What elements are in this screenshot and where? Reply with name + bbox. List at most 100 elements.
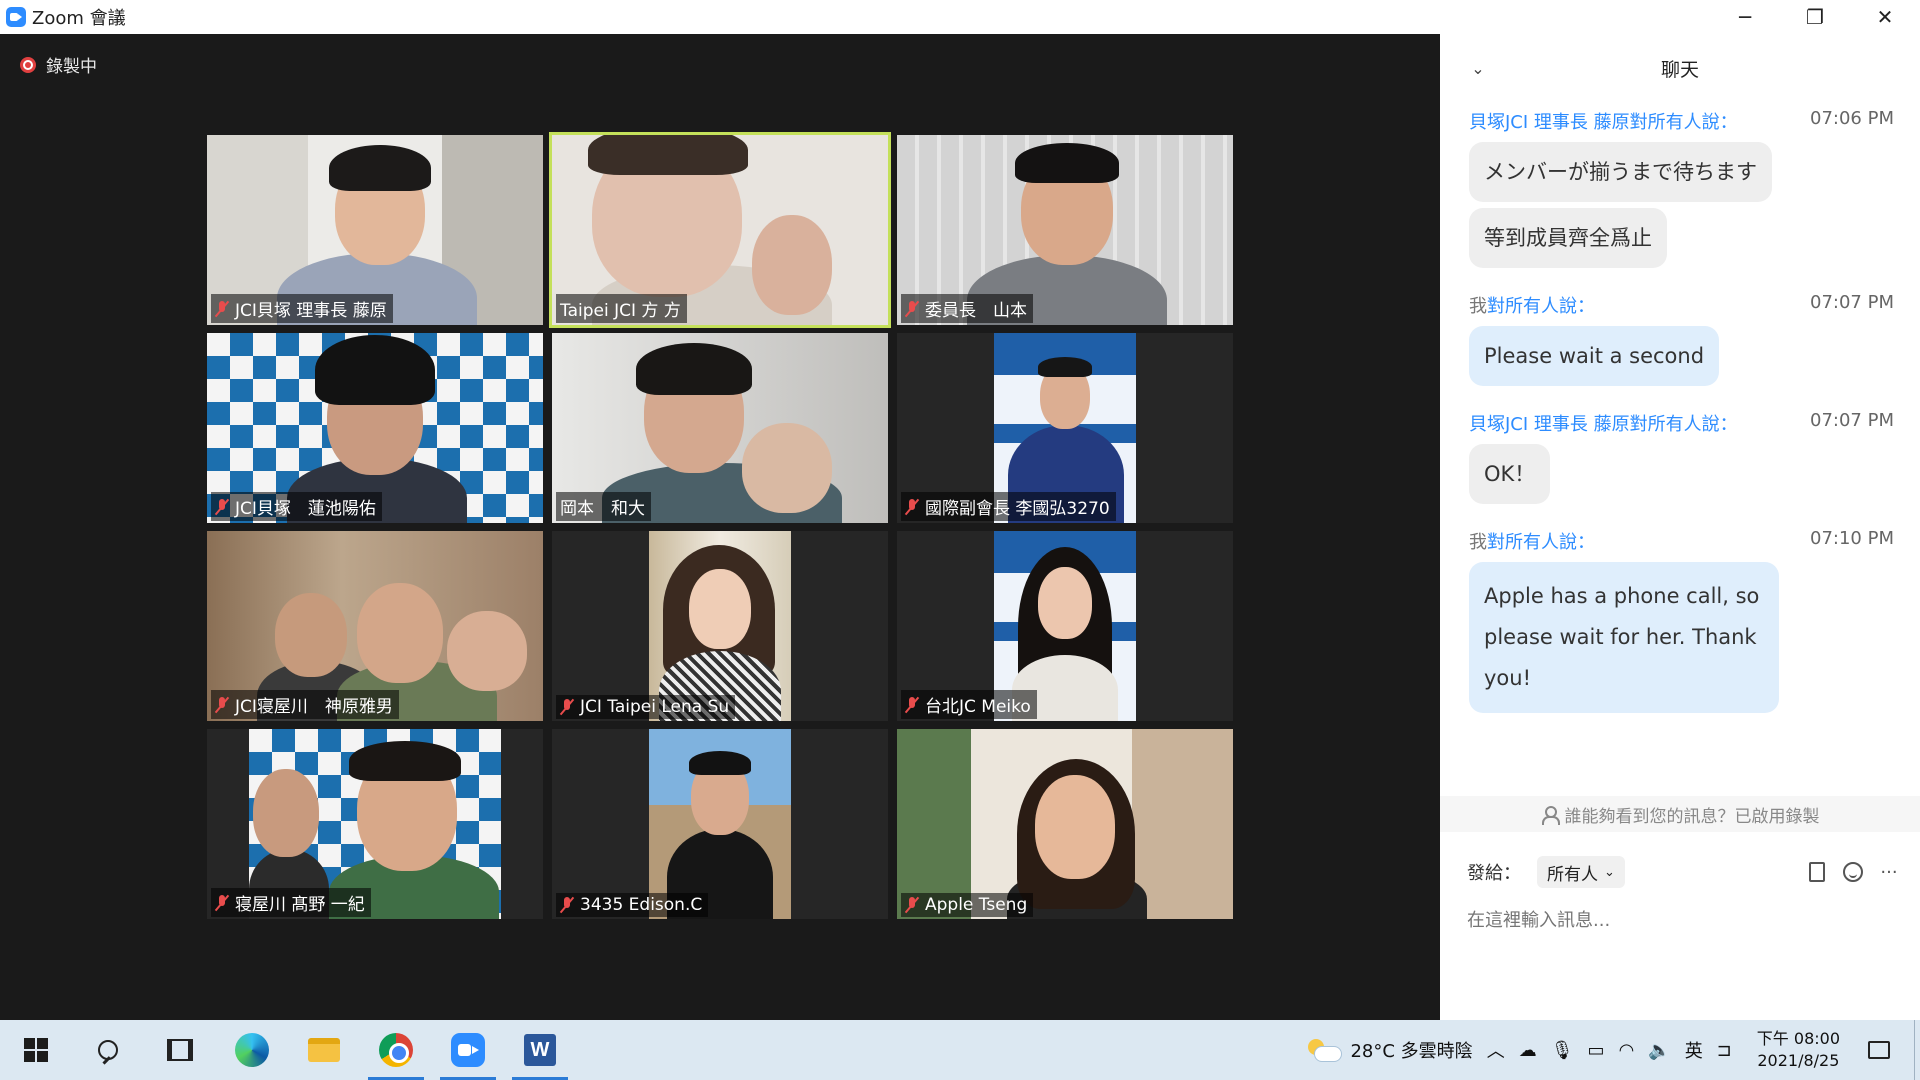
message-bubble[interactable]: メンバーが揃うまで待ちます <box>1469 142 1772 202</box>
video-tile[interactable]: Apple Tseng <box>897 729 1233 919</box>
search-icon <box>98 1040 118 1060</box>
participant-name-tag: JCI Taipei Lena Su <box>556 695 736 719</box>
mic-muted-icon <box>905 498 919 516</box>
task-view-button[interactable] <box>144 1020 216 1080</box>
video-tile[interactable]: 岡本 和大 <box>552 333 888 523</box>
mic-muted-icon <box>215 300 229 318</box>
input-method-indicator[interactable]: 英 <box>1685 1037 1703 1063</box>
more-options-icon[interactable]: ··· <box>1878 861 1900 883</box>
clock-date: 2021/8/25 <box>1757 1051 1840 1070</box>
video-tile[interactable]: 寝屋川 髙野 一紀 <box>207 729 543 919</box>
participant-name-tag: 委員長 山本 <box>901 294 1033 323</box>
chevron-down-icon: ⌄ <box>1604 864 1615 880</box>
taskbar: W 28°C 多雲時陰 ︿ ☁ 🎙 ▭ ◠ 🔈 英 ⊐ 下午 08:00 202… <box>0 1020 1920 1080</box>
video-tile[interactable]: 國際副會長 李國弘3270 <box>897 333 1233 523</box>
video-tile[interactable]: JCI貝塚 蓮池陽佑 <box>207 333 543 523</box>
file-icon[interactable] <box>1806 861 1828 883</box>
microphone-icon[interactable]: 🎙 <box>1551 1040 1574 1061</box>
notice-text: 誰能夠看到您的訊息？已啟用錄製 <box>1564 806 1820 827</box>
message-time: 07:06 PM <box>1810 108 1894 129</box>
meeting-area: 錄製中 JCI貝塚 理事長 藤原 Taipei JCI 方 方 委員長 山本 J… <box>0 34 1440 1020</box>
participant-name-tag: JCI貝塚 蓮池陽佑 <box>211 492 382 521</box>
participant-name: Apple Tseng <box>925 895 1028 915</box>
close-button[interactable]: ✕ <box>1850 0 1920 34</box>
video-tile-active-speaker[interactable]: Taipei JCI 方 方 <box>549 132 891 328</box>
user-lock-icon <box>1541 805 1560 825</box>
message-time: 07:07 PM <box>1810 292 1894 313</box>
participant-video <box>649 729 791 919</box>
message-bubble[interactable]: Please wait a second <box>1469 326 1720 386</box>
window-title: Zoom 會議 <box>32 8 126 29</box>
recipient-dropdown[interactable]: 所有人 ⌄ <box>1537 856 1625 888</box>
participant-name: JCI貝塚 理事長 藤原 <box>235 301 387 321</box>
file-explorer-app[interactable] <box>288 1020 360 1080</box>
show-desktop-button[interactable] <box>1914 1020 1920 1080</box>
chat-message-input[interactable] <box>1467 900 1900 940</box>
participant-video <box>897 729 1233 919</box>
search-button[interactable] <box>72 1020 144 1080</box>
message-time: 07:07 PM <box>1810 410 1894 431</box>
mic-muted-icon <box>215 696 229 714</box>
video-tile[interactable]: JCI寝屋川 神原雅男 <box>207 531 543 721</box>
mic-muted-icon <box>215 894 229 912</box>
folder-icon <box>308 1038 340 1062</box>
chrome-icon <box>379 1033 413 1067</box>
mic-muted-icon <box>560 698 574 716</box>
zoom-app[interactable] <box>432 1020 504 1080</box>
weather-widget[interactable]: 28°C 多雲時陰 <box>1306 1037 1473 1063</box>
participant-name-tag: 岡本 和大 <box>556 492 651 521</box>
chat-header: ⌄ 聊天 <box>1440 34 1920 102</box>
task-view-icon <box>167 1039 193 1061</box>
video-tile[interactable]: JCI Taipei Lena Su <box>552 531 888 721</box>
message-time: 07:10 PM <box>1810 528 1894 549</box>
battery-icon[interactable]: ▭ <box>1588 1040 1605 1061</box>
video-tile[interactable]: JCI貝塚 理事長 藤原 <box>207 135 543 325</box>
chat-message: 我對所有人說： 07:07 PM Please wait a second <box>1469 292 1894 386</box>
participant-name: 委員長 山本 <box>925 301 1027 321</box>
edge-app[interactable] <box>216 1020 288 1080</box>
clock[interactable]: 下午 08:00 2021/8/25 <box>1757 1028 1840 1072</box>
participant-name: JCI Taipei Lena Su <box>580 697 730 717</box>
chrome-app[interactable] <box>360 1020 432 1080</box>
word-app[interactable]: W <box>504 1020 576 1080</box>
recording-label: 錄製中 <box>46 57 97 77</box>
message-bubble[interactable]: 等到成員齊全爲止 <box>1469 208 1667 268</box>
send-to-label: 發給： <box>1467 863 1521 884</box>
recording-indicator[interactable]: 錄製中 <box>20 52 97 77</box>
participant-name-tag: 國際副會長 李國弘3270 <box>901 492 1116 521</box>
message-sender: 貝塚JCI 理事長 藤原 <box>1469 112 1630 133</box>
minimize-button[interactable]: ─ <box>1710 0 1780 34</box>
ime-mode-icon[interactable]: ⊐ <box>1717 1040 1732 1061</box>
participant-name-tag: JCI寝屋川 神原雅男 <box>211 690 399 719</box>
chat-tools: ··· <box>1806 861 1900 883</box>
emoji-icon[interactable] <box>1842 861 1864 883</box>
participant-name-tag: 台北JC Meiko <box>901 690 1037 719</box>
weather-text: 28°C 多雲時陰 <box>1350 1041 1473 1062</box>
message-bubble[interactable]: Apple has a phone call, so please wait f… <box>1469 562 1779 713</box>
onedrive-icon[interactable]: ☁ <box>1519 1040 1537 1061</box>
participant-name: 國際副會長 李國弘3270 <box>925 499 1110 519</box>
video-tile[interactable]: 3435 Edison.C <box>552 729 888 919</box>
wifi-icon[interactable]: ◠ <box>1619 1040 1635 1061</box>
message-sender: 貝塚JCI 理事長 藤原 <box>1469 414 1630 435</box>
chat-privacy-notice[interactable]: 誰能夠看到您的訊息？已啟用錄製 <box>1440 796 1920 832</box>
clock-time: 下午 08:00 <box>1756 1029 1840 1048</box>
participant-name: 岡本 和大 <box>560 499 645 519</box>
mic-muted-icon <box>560 896 574 914</box>
volume-icon[interactable]: 🔈 <box>1648 1040 1670 1061</box>
chat-title: 聊天 <box>1660 58 1699 81</box>
notification-icon[interactable] <box>1868 1041 1890 1059</box>
restore-button[interactable]: ❐ <box>1780 0 1850 34</box>
chat-panel: ⌄ 聊天 貝塚JCI 理事長 藤原對所有人說： 07:06 PM メンバーが揃う… <box>1440 34 1920 1020</box>
video-tile[interactable]: 台北JC Meiko <box>897 531 1233 721</box>
message-bubble[interactable]: OK！ <box>1469 444 1551 504</box>
start-button[interactable] <box>0 1020 72 1080</box>
participant-name-tag: 3435 Edison.C <box>556 893 709 917</box>
message-recipient: 對所有人說： <box>1487 532 1595 553</box>
chat-message: 我對所有人說： 07:10 PM Apple has a phone call,… <box>1469 528 1894 713</box>
participant-name: 3435 Edison.C <box>580 895 703 915</box>
video-tile[interactable]: 委員長 山本 <box>897 135 1233 325</box>
mic-muted-icon <box>905 896 919 914</box>
chevron-up-icon[interactable]: ︿ <box>1487 1037 1505 1063</box>
chevron-down-icon[interactable]: ⌄ <box>1468 58 1488 78</box>
